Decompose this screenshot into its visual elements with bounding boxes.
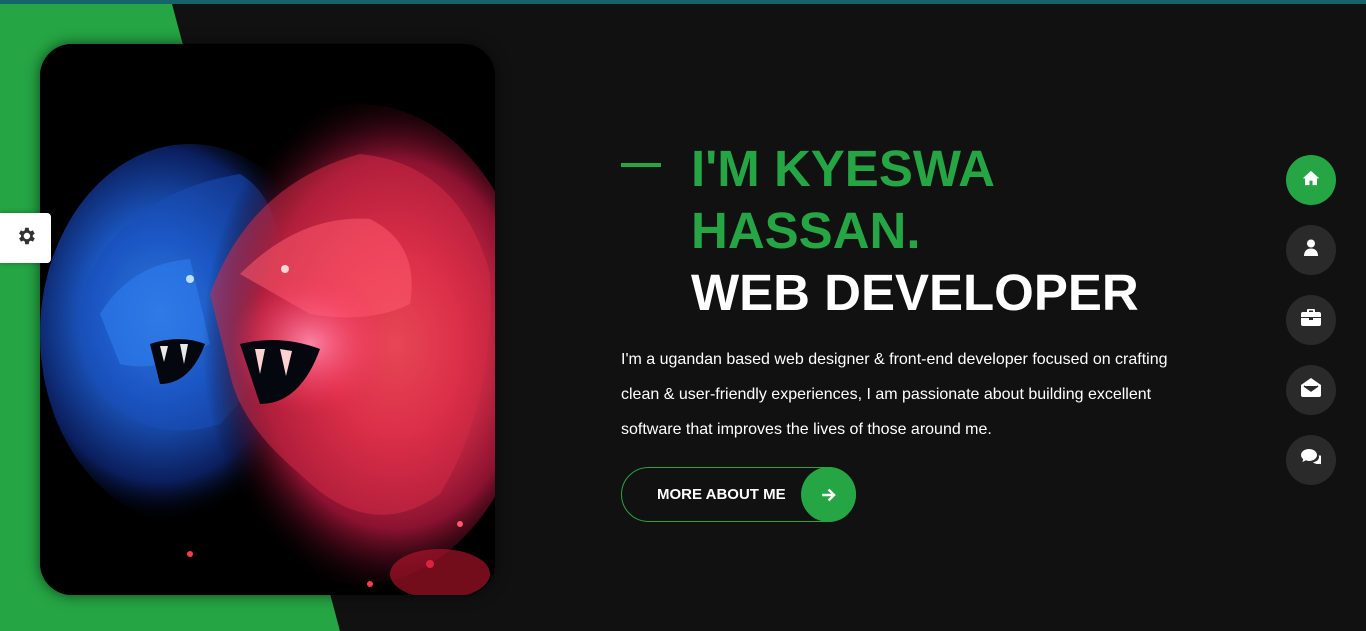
comments-icon: [1301, 449, 1324, 471]
more-about-me-button[interactable]: MORE ABOUT ME: [621, 467, 856, 522]
nav-blog-button[interactable]: [1286, 435, 1336, 485]
title-accent-dash: [621, 163, 661, 167]
gear-icon: [15, 225, 37, 252]
top-accent-line: [0, 0, 1366, 4]
profile-image: [40, 44, 495, 595]
settings-button[interactable]: [0, 213, 51, 263]
briefcase-icon: [1301, 309, 1321, 331]
home-icon: [1302, 170, 1320, 191]
user-icon: [1304, 239, 1318, 261]
nav-portfolio-button[interactable]: [1286, 295, 1336, 345]
more-about-me-label: MORE ABOUT ME: [657, 486, 786, 503]
nav-home-button[interactable]: [1286, 155, 1336, 205]
envelope-open-icon: [1301, 378, 1321, 402]
side-navigation: [1286, 155, 1336, 505]
arrow-right-icon: [801, 467, 856, 522]
nav-about-button[interactable]: [1286, 225, 1336, 275]
hero-name: I'M KYESWA HASSAN.: [691, 140, 994, 259]
hero-description: I'm a ugandan based web designer & front…: [621, 351, 1168, 438]
nav-contact-button[interactable]: [1286, 365, 1336, 415]
hero-role: WEB DEVELOPER: [691, 264, 1139, 321]
hero-title: I'M KYESWA HASSAN. WEB DEVELOPER: [691, 138, 1221, 324]
hero-text-block: I'M KYESWA HASSAN. WEB DEVELOPER I'm a u…: [621, 138, 1221, 447]
